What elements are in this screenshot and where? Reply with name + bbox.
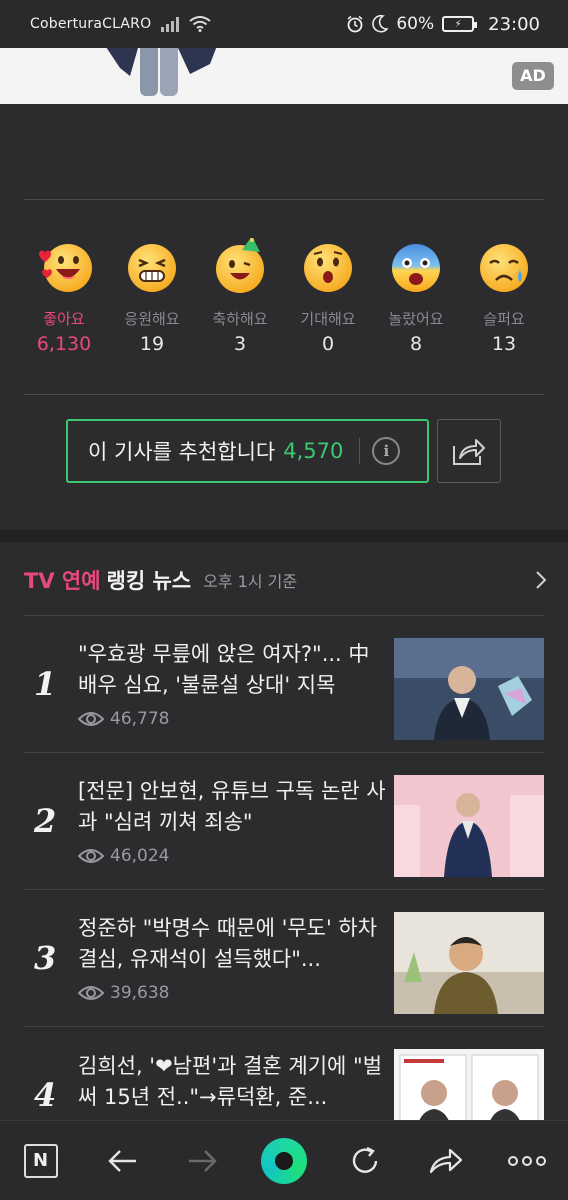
news-item[interactable]: 1 "우효광 무릎에 앉은 여자?"... 中 배우 심요, '불륜설 상대' … [24, 615, 544, 752]
reaction-label: 응원해요 [124, 310, 180, 328]
news-item[interactable]: 2 [전문] 안보현, 유튜브 구독 논란 사과 "심려 끼쳐 죄송" 46,0… [24, 752, 544, 889]
party-face-icon [216, 238, 264, 293]
eye-icon [78, 712, 104, 726]
green-dot-button[interactable] [254, 1131, 314, 1191]
naver-home-button[interactable]: N [11, 1131, 71, 1191]
green-dot-icon [260, 1137, 307, 1184]
ranking-header[interactable]: TV 연예 랭킹 뉴스 오후 1시 기준 [24, 560, 548, 600]
carrier-name: CoberturaCLARO [30, 16, 152, 32]
battery-percent: 60% [396, 14, 435, 34]
share-nav-button[interactable] [416, 1131, 476, 1191]
reaction-bar: 좋아요 6,130 응원해요 19 축하해요 3 기대해요 0 놀랐어요 8 슬… [22, 238, 546, 355]
more-button[interactable] [497, 1131, 557, 1191]
reaction-count: 8 [409, 333, 423, 355]
reaction-cheer[interactable]: 응원해요 19 [110, 238, 194, 355]
recommend-label: 이 기사를 추천합니다 [88, 440, 276, 464]
recommend-count: 4,570 [283, 439, 344, 463]
share-icon [453, 439, 485, 465]
news-item[interactable]: 3 정준하 "박명수 때문에 '무도' 하차 결심, 유재석이 설득했다"...… [24, 889, 544, 1026]
forward-button[interactable] [173, 1131, 233, 1191]
divider [24, 199, 544, 200]
moon-icon [372, 15, 389, 33]
love-face-icon [39, 244, 92, 292]
divider [24, 394, 544, 395]
reaction-count: 6,130 [36, 333, 92, 355]
status-bar: CoberturaCLARO 60% ⚡ 23:00 [0, 0, 568, 48]
recommend-button[interactable]: 이 기사를 추천합니다 4,570 i [66, 419, 429, 483]
ad-image [106, 48, 217, 96]
reaction-label: 놀랐어요 [388, 310, 444, 328]
news-title[interactable]: [전문] 안보현, 유튜브 구독 논란 사과 "심려 끼쳐 죄송" [78, 776, 393, 838]
reaction-congrats[interactable]: 축하해요 3 [198, 238, 282, 355]
news-thumbnail[interactable] [394, 775, 544, 877]
news-rank: 2 [34, 802, 57, 840]
reaction-expect[interactable]: 기대해요 0 [286, 238, 370, 355]
reaction-label: 슬퍼요 [483, 310, 525, 328]
reaction-count: 3 [233, 333, 247, 355]
refresh-button[interactable] [335, 1131, 395, 1191]
reaction-sad[interactable]: 슬퍼요 13 [462, 238, 546, 355]
ad-badge: AD [512, 62, 554, 90]
naver-logo-icon: N [23, 1143, 58, 1178]
share-button[interactable] [437, 419, 501, 483]
clock-time: 23:00 [488, 13, 540, 35]
more-dots-icon [508, 1155, 547, 1166]
alarm-icon [347, 15, 363, 33]
news-title[interactable]: 김희선, '❤남편'과 결혼 계기에 "벌써 15년 전.."→류덕환, 준..… [78, 1051, 393, 1113]
arrow-left-icon [108, 1149, 136, 1172]
wifi-icon [189, 16, 211, 32]
cheer-face-icon [128, 244, 176, 292]
reaction-label: 좋아요 [43, 310, 85, 328]
separator [359, 438, 361, 464]
share-arrow-icon [430, 1148, 463, 1173]
refresh-icon [352, 1146, 378, 1173]
ranking-title: 랭킹 뉴스 [106, 569, 192, 593]
arrow-right-icon [188, 1149, 217, 1172]
reaction-count: 19 [139, 333, 165, 355]
news-rank: 3 [34, 939, 57, 977]
sad-face-icon [480, 244, 528, 292]
news-rank: 4 [34, 1076, 57, 1114]
news-thumbnail[interactable] [394, 638, 544, 740]
section-gap [0, 530, 568, 542]
reaction-like[interactable]: 좋아요 6,130 [22, 238, 106, 355]
reaction-label: 기대해요 [300, 310, 356, 328]
info-icon[interactable]: i [372, 437, 401, 465]
browser-nav-bar: N [0, 1120, 568, 1200]
reaction-count: 13 [491, 333, 517, 355]
view-count: 46,778 [110, 709, 170, 729]
ranking-category: TV 연예 [24, 569, 101, 593]
reaction-shocked[interactable]: 놀랐어요 8 [374, 238, 458, 355]
eye-icon [78, 849, 104, 863]
news-thumbnail[interactable] [394, 912, 544, 1014]
ad-banner[interactable]: AD [0, 48, 568, 104]
ranking-news-list: 1 "우효광 무릎에 앉은 여자?"... 中 배우 심요, '불륜설 상대' … [24, 615, 544, 1163]
view-count: 46,024 [110, 846, 170, 866]
news-title[interactable]: 정준하 "박명수 때문에 '무도' 하차 결심, 유재석이 설득했다"... [78, 913, 393, 975]
news-rank: 1 [34, 665, 57, 703]
eye-icon [78, 986, 104, 1000]
back-button[interactable] [92, 1131, 152, 1191]
battery-icon: ⚡ [442, 16, 478, 32]
surprised-face-icon [304, 244, 352, 292]
chevron-right-icon[interactable] [534, 569, 548, 591]
view-count: 39,638 [110, 983, 170, 1003]
reaction-count: 0 [321, 333, 335, 355]
news-title[interactable]: "우효광 무릎에 앉은 여자?"... 中 배우 심요, '불륜설 상대' 지목 [78, 639, 393, 701]
shocked-face-icon [392, 244, 440, 292]
ranking-time: 오후 1시 기준 [203, 572, 298, 591]
signal-icon [161, 16, 180, 32]
reaction-label: 축하해요 [212, 310, 268, 328]
